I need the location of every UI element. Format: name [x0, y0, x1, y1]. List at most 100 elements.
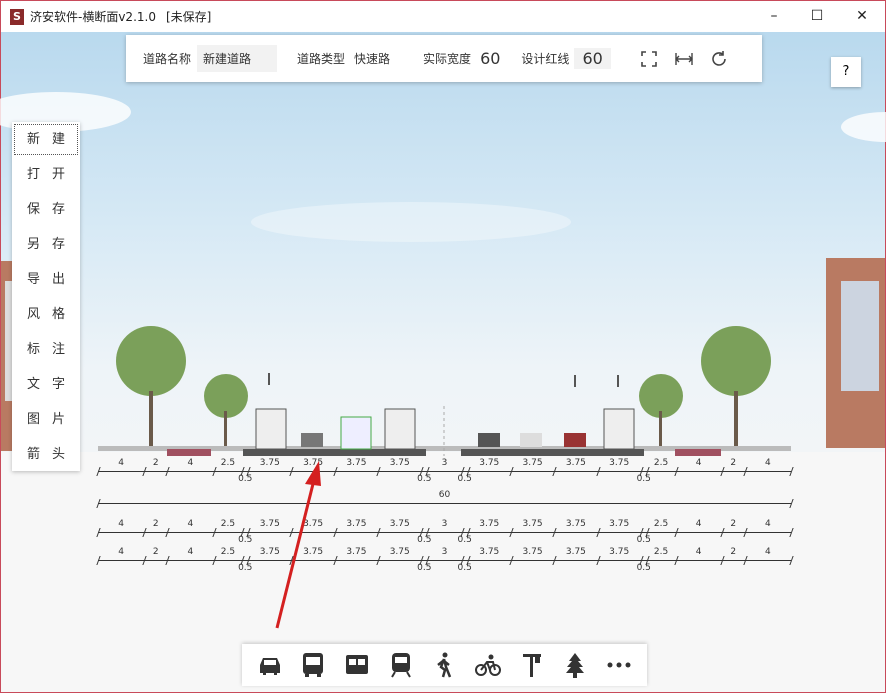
- dimension-label: 4: [118, 458, 124, 468]
- design-red-line-label: 设计红线: [521, 52, 570, 66]
- dimension-label: 3.75: [346, 547, 367, 557]
- maximize-button[interactable]: ☐: [794, 1, 840, 32]
- red-arrow-annotation[interactable]: [271, 456, 331, 636]
- dimension-label: 4: [695, 458, 702, 468]
- dimension-tick: [789, 528, 794, 537]
- dimension-tick: [789, 556, 794, 565]
- close-button[interactable]: ✕: [839, 1, 885, 32]
- dimension-label: 4: [695, 519, 702, 529]
- dimension-label: 3.75: [346, 458, 367, 468]
- vehicles: [255, 408, 635, 450]
- menu-save-as[interactable]: 另存: [12, 227, 80, 262]
- fit-width-icon[interactable]: [674, 49, 694, 69]
- actual-width-value: 60: [480, 49, 501, 68]
- road-properties-bar: 道路名称 新建道路 道路类型 快速路 实际宽度 60 设计红线 60: [126, 35, 762, 82]
- dimension-label: 3.75: [346, 519, 367, 529]
- help-button[interactable]: ?: [831, 57, 861, 87]
- actual-width-label: 实际宽度: [423, 52, 472, 66]
- dimension-label: 2: [152, 547, 159, 557]
- dimension-label: 2.5: [653, 547, 669, 557]
- street-light-icon[interactable]: [517, 650, 547, 680]
- bicycle-icon[interactable]: [473, 650, 503, 680]
- dimension-label: 3: [441, 547, 448, 557]
- dimension-label: 0.5: [636, 474, 651, 484]
- bus-icon[interactable]: [298, 650, 328, 680]
- dimension-label: 2: [730, 519, 737, 529]
- road-type-label: 道路类型: [297, 52, 346, 66]
- dimension-label: 3.75: [389, 519, 410, 529]
- fullscreen-icon[interactable]: [639, 49, 659, 69]
- dimension-label: 3.75: [609, 458, 630, 468]
- save-status: [未保存]: [165, 10, 212, 24]
- dimension-label: 3.75: [389, 547, 410, 557]
- total-dimension-row: 60: [1, 490, 885, 517]
- tree-icon[interactable]: [560, 650, 590, 680]
- minimize-button[interactable]: –: [751, 1, 797, 32]
- dimension-label: 4: [765, 519, 771, 529]
- dimension-label: 4: [187, 458, 194, 468]
- dimension-label: 2.5: [220, 547, 236, 557]
- menu-image[interactable]: 图片: [12, 402, 80, 437]
- road-type-select[interactable]: 快速路: [354, 50, 390, 67]
- title-bar: S 济安软件-横断面v2.1.0 [未保存] – ☐ ✕: [1, 1, 885, 32]
- dimension-label: 0.5: [457, 474, 472, 484]
- road-name-input[interactable]: 新建道路: [197, 45, 278, 72]
- menu-save[interactable]: 保存: [12, 192, 80, 227]
- tram-icon[interactable]: [342, 650, 372, 680]
- refresh-icon[interactable]: [709, 49, 729, 69]
- dimension-label: 0.5: [636, 563, 651, 573]
- dimension-label: 0.5: [636, 535, 651, 545]
- total-width-label: 60: [438, 490, 451, 500]
- road-name-label: 道路名称: [143, 52, 192, 66]
- dimension-row: 4 2 4 2.5 0.5 3.75 3.75 3.75 3.75 0.5 3 0.5 3.75 3.75…: [1, 458, 885, 485]
- dimension-label: 2.5: [220, 519, 236, 529]
- menu-text[interactable]: 文字: [12, 367, 80, 402]
- dimension-label: 2.5: [653, 519, 669, 529]
- pedestrian-icon[interactable]: [429, 650, 459, 680]
- app-logo: S: [10, 8, 24, 25]
- design-red-line-input[interactable]: 60: [574, 48, 611, 69]
- dimension-label: 0.5: [457, 535, 472, 545]
- menu-style[interactable]: 风格: [12, 297, 80, 332]
- dimension-label: 2.5: [653, 458, 669, 468]
- menu-new[interactable]: 新建: [14, 124, 78, 155]
- dimension-label: 3.75: [565, 458, 586, 468]
- dimension-label: 3: [441, 458, 448, 468]
- dimension-label: 3.75: [565, 547, 586, 557]
- menu-annotate[interactable]: 标注: [12, 332, 80, 367]
- dimension-label: 3: [441, 519, 448, 529]
- element-toolbar: [242, 644, 647, 686]
- dimension-label: 3.75: [479, 547, 500, 557]
- dimension-label: 3.75: [609, 547, 630, 557]
- dimension-label: 4: [695, 547, 702, 557]
- file-menu: 新建 打开 保存 另存 导出 风格 标注 文字 图片 箭头: [12, 122, 80, 471]
- dimension-label: 4: [765, 547, 771, 557]
- dimension-label: 3.75: [522, 519, 543, 529]
- building-right: [826, 258, 885, 448]
- dimension-label: 3.75: [479, 519, 500, 529]
- dimension-label: 3.75: [479, 458, 500, 468]
- road-cross-section-scene: [1, 258, 885, 456]
- dimension-label: 2: [152, 458, 159, 468]
- dimension-label: 2: [730, 547, 737, 557]
- bike-lane-left: [167, 449, 211, 456]
- dimension-label: 3.75: [609, 519, 630, 529]
- road-right: [461, 449, 644, 456]
- dimension-label: 4: [118, 547, 124, 557]
- dimension-label: 0.5: [457, 563, 472, 573]
- bike-lane-right: [675, 449, 721, 456]
- car-icon[interactable]: [255, 650, 285, 680]
- window-title: 济安软件-横断面v2.1.0: [30, 10, 156, 24]
- dimension-tick: [789, 467, 794, 476]
- dimension-label: 3.75: [522, 458, 543, 468]
- dimension-label: 4: [187, 547, 194, 557]
- trees: [116, 326, 771, 418]
- dimension-label: 2.5: [220, 458, 236, 468]
- more-icon[interactable]: [604, 650, 634, 680]
- train-icon[interactable]: [386, 650, 416, 680]
- menu-open[interactable]: 打开: [12, 157, 80, 192]
- dimension-label: 3.75: [522, 547, 543, 557]
- dimension-tick: [789, 499, 794, 508]
- menu-export[interactable]: 导出: [12, 262, 80, 297]
- dimension-row: 4 2 4 2.5 0.5 3.75 3.75 3.75 3.75 0.5 3 0.5 3.75 3.75…: [1, 547, 885, 574]
